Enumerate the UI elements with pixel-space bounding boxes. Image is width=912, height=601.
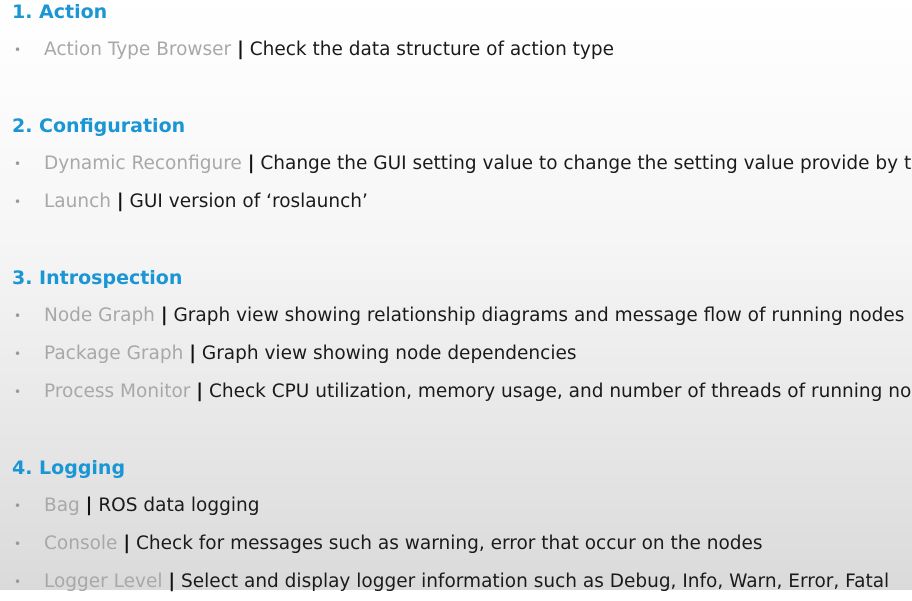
separator: | — [189, 343, 196, 364]
tool-name: Bag — [44, 495, 80, 516]
tool-name: Logger Level — [44, 571, 163, 592]
bullet-icon: • — [14, 575, 22, 589]
separator: | — [168, 571, 176, 592]
section-heading: 3. Introspection — [12, 267, 183, 289]
bullet-icon: • — [14, 195, 22, 209]
bullet-icon: • — [14, 537, 22, 551]
section-heading: 4. Logging — [12, 457, 126, 479]
tool-name: Action Type Browser — [44, 39, 232, 60]
separator: | — [116, 191, 124, 212]
tool-description: Graph view showing node dependencies — [201, 343, 577, 364]
tool-name: Console — [44, 533, 118, 554]
document-body: 1. Action • Action Type Browser | Check th… — [12, 0, 912, 601]
separator: | — [85, 495, 93, 516]
bullet-icon: • — [14, 347, 22, 361]
separator: | — [237, 39, 244, 60]
tool-description: Change the GUI setting value to change t… — [260, 153, 912, 174]
bullet-icon: • — [14, 157, 22, 171]
tool-description: Check for messages such as warning, erro… — [136, 533, 763, 554]
bullet-icon: • — [14, 385, 22, 399]
tool-description: Check the data structure of action type — [249, 39, 615, 60]
tool-name: Package Graph — [44, 343, 184, 364]
separator: | — [196, 381, 204, 402]
separator: | — [247, 153, 255, 174]
list-item: • Dynamic Reconfigure | Change the GUI se… — [12, 145, 912, 183]
list-item: • Console | Check for messages such as wa… — [12, 525, 912, 563]
list-item: • Launch | GUI version of ‘roslaunch’ — [12, 183, 912, 221]
list-item: • Bag | ROS data logging — [12, 487, 912, 525]
tool-description: Check CPU utilization, memory usage, and… — [208, 381, 912, 402]
tool-name: Launch — [44, 191, 111, 212]
list-item: • Process Monitor | Check CPU utilization… — [12, 373, 912, 411]
tool-name: Dynamic Reconfigure — [44, 153, 242, 174]
tool-name: Process Monitor — [44, 381, 191, 402]
bullet-icon: • — [14, 43, 22, 57]
separator: | — [160, 305, 168, 326]
list-item: • Action Type Browser | Check the data st… — [12, 31, 912, 69]
section-heading: 1. Action — [12, 1, 108, 23]
separator: | — [123, 533, 131, 554]
tool-description: ROS data logging — [98, 495, 260, 516]
bullet-icon: • — [14, 309, 22, 323]
section-heading: 2. Configuration — [12, 115, 186, 137]
list-item: • Package Graph | Graph view showing node… — [12, 335, 912, 373]
tool-description: GUI version of ‘roslaunch’ — [129, 191, 368, 212]
bullet-icon: • — [14, 499, 22, 513]
list-item: • Logger Level | Select and display logge… — [12, 563, 912, 601]
tool-description: Graph view showing relationship diagrams… — [173, 305, 905, 326]
tool-description: Select and display logger information su… — [181, 571, 890, 592]
list-item: • Node Graph | Graph view showing relatio… — [12, 297, 912, 335]
tool-name: Node Graph — [44, 305, 155, 326]
